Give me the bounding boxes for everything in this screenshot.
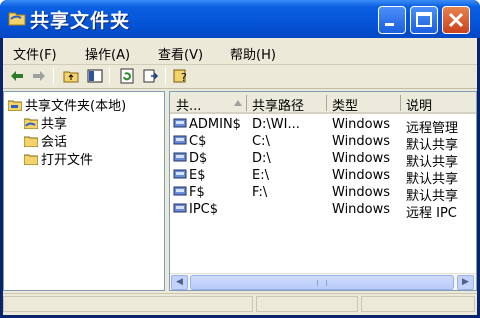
share-path: D:\ [252,151,271,166]
table-row[interactable]: D$ D:\ Windows 默认共享 [170,150,476,170]
share-path: F:\ [252,185,268,200]
scroll-right-icon: ▶ [462,277,469,287]
folder-icon [24,136,38,147]
network-share-icon [173,203,187,213]
tree-item-shares[interactable]: 共享 [24,113,68,132]
help-icon[interactable]: ? [173,68,189,84]
toolbar: ? [3,65,477,89]
share-type: Windows [332,117,391,132]
up-folder-icon[interactable] [63,68,79,84]
share-type: Windows [332,151,391,166]
title-bar[interactable]: 共享文件夹 [0,0,480,38]
folder-icon [24,154,38,165]
toolbar-separator [53,68,54,84]
scroll-left-icon: ◀ [176,277,183,287]
share-type: Windows [332,185,391,200]
tree-item-sessions[interactable]: 会话 [24,131,68,150]
window-title: 共享文件夹 [30,10,131,32]
scrollbar-thumb[interactable] [190,275,454,290]
tree-pane: 共享文件夹(本地) 共享 会话 打开文件 [3,91,165,291]
menu-help[interactable]: 帮助(H) [230,44,276,63]
share-path: E:\ [252,168,269,183]
toolbar-separator [165,68,166,84]
minimize-icon [385,23,394,26]
status-bar [3,293,477,313]
column-divider[interactable] [246,95,247,111]
share-name: F$ [189,185,205,200]
menu-bar: 文件(F) 操作(A) 查看(V) 帮助(H) [3,39,477,65]
network-share-icon [173,135,187,145]
forward-icon[interactable] [31,68,47,84]
sort-arrow-icon [234,100,242,106]
status-pane [256,296,358,312]
close-button[interactable] [442,6,470,34]
share-name: E$ [189,168,206,183]
tree-item-label: 打开文件 [41,153,94,168]
share-folder-icon [24,118,38,129]
column-divider[interactable] [326,95,327,111]
column-header-type[interactable]: 类型 [332,95,358,114]
share-path: C:\ [252,134,270,149]
column-header-description[interactable]: 说明 [406,95,432,114]
column-header-name[interactable]: 共... [176,95,201,114]
network-share-icon [173,118,187,128]
maximize-button[interactable] [410,6,438,34]
table-row[interactable]: IPC$ Windows 远程 IPC [170,201,476,221]
share-name: IPC$ [189,202,219,217]
scrollbar-grip [317,280,327,286]
share-description: 远程 IPC [406,206,457,221]
list-header: 共... 共享路径 类型 说明 [170,92,476,114]
window: 共享文件夹 文件(F) 操作(A) 查看(V) 帮助(H) ? 共享文件夹(本地… [0,0,480,318]
tree-item-open-files[interactable]: 打开文件 [24,149,94,168]
table-row[interactable]: ADMIN$ D:\WI... Windows 远程管理 [170,116,476,136]
scroll-left-button[interactable]: ◀ [171,275,188,290]
export-list-icon[interactable] [143,68,159,84]
tree-item-label: 会话 [41,135,68,150]
back-icon[interactable] [9,68,25,84]
maximize-icon [416,12,432,27]
shared-folder-icon [8,100,22,111]
network-share-icon [173,152,187,162]
menu-action[interactable]: 操作(A) [85,44,130,63]
table-row[interactable]: F$ F:\ Windows 默认共享 [170,184,476,204]
horizontal-scrollbar[interactable]: ◀ ▶ [170,273,476,290]
share-name: C$ [189,134,207,149]
shared-folder-icon [8,12,26,26]
toolbar-separator [109,68,110,84]
share-type: Windows [332,134,391,149]
network-share-icon [173,169,187,179]
status-pane [3,296,253,312]
share-name: ADMIN$ [189,117,241,132]
scroll-right-button[interactable]: ▶ [457,275,474,290]
refresh-icon[interactable] [119,68,135,84]
menu-view[interactable]: 查看(V) [158,44,203,63]
tree-root[interactable]: 共享文件夹(本地) [8,95,127,114]
minimize-button[interactable] [378,6,406,34]
tree-item-label: 共享 [41,117,68,132]
window-body: 文件(F) 操作(A) 查看(V) 帮助(H) ? 共享文件夹(本地) 共享 会… [3,38,477,315]
tree-root-label: 共享文件夹(本地) [25,99,127,114]
share-type: Windows [332,202,391,217]
share-list: 共... 共享路径 类型 说明 ADMIN$ D:\WI... Windows … [169,91,477,291]
status-pane [361,296,475,312]
column-divider[interactable] [400,95,401,111]
share-path: D:\WI... [252,117,300,132]
share-type: Windows [332,168,391,183]
table-row[interactable]: E$ E:\ Windows 默认共享 [170,167,476,187]
svg-text:?: ? [181,71,187,84]
menu-file[interactable]: 文件(F) [13,44,57,63]
column-header-path[interactable]: 共享路径 [252,95,304,114]
show-hide-tree-icon[interactable] [87,68,103,84]
share-name: D$ [189,151,208,166]
close-icon [448,12,464,28]
table-row[interactable]: C$ C:\ Windows 默认共享 [170,133,476,153]
network-share-icon [173,186,187,196]
